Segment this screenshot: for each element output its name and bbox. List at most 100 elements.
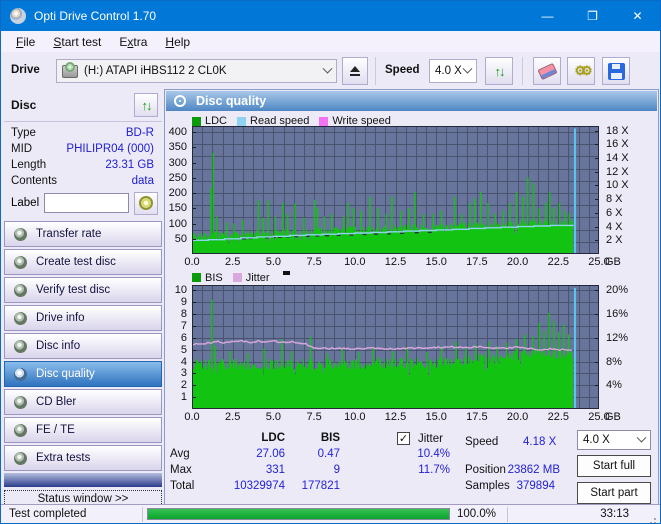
disc-row-mid: MID PHILIPR04 (000) bbox=[4, 141, 162, 157]
main-panel: Disc quality LDC Read speed Write speed 40… bbox=[164, 89, 659, 505]
save-button[interactable] bbox=[602, 57, 630, 85]
disc-info-rows: Type BD-R MID PHILIPR04 (000) Length 23.31 GB… bbox=[4, 125, 162, 189]
app-disc-icon bbox=[10, 8, 26, 24]
y-tick-label: 4% bbox=[606, 379, 622, 392]
cd-icon bbox=[14, 451, 27, 465]
test-speed-select[interactable]: 4.0 X bbox=[577, 430, 651, 450]
x-axis-bottom-chart: 0.0 2.5 5.0 7.5 10.0 12.5 15.0 17.5 20.0 22.5 25.0… bbox=[184, 411, 652, 424]
sidebar-item-fe-te[interactable]: FE / TE bbox=[4, 417, 162, 443]
y-tick-label: 350 bbox=[168, 141, 187, 154]
eject-button[interactable] bbox=[342, 57, 368, 85]
disc-label-button[interactable] bbox=[134, 191, 159, 215]
drive-select[interactable]: (H:) ATAPI iHBS112 2 CL0K bbox=[56, 59, 337, 83]
minimize-button[interactable]: — bbox=[525, 1, 570, 31]
chart-legend-bottom: BIS Jitter bbox=[192, 271, 290, 284]
y-tick-label: 10 bbox=[174, 284, 187, 297]
x-tick-label: 0.0 bbox=[184, 256, 200, 268]
chevron-down-icon bbox=[322, 63, 333, 74]
legend-swatch bbox=[237, 116, 247, 126]
x-tick-label: 20.0 bbox=[506, 256, 529, 268]
menu-item-extra[interactable]: Extra bbox=[110, 35, 156, 49]
x-tick-label: 17.5 bbox=[466, 411, 488, 423]
y-tick-label: 18 X bbox=[606, 124, 629, 137]
jitter-checkbox[interactable]: ✓ bbox=[397, 432, 410, 445]
elapsed-time: 33:13 bbox=[600, 508, 629, 520]
sidebar-item-label: Disc info bbox=[36, 340, 81, 352]
sidebar-item-cd-bler[interactable]: CD Bler bbox=[4, 389, 162, 415]
total-bis: 177821 bbox=[301, 480, 340, 492]
x-tick-label: 5.0 bbox=[265, 411, 282, 423]
disc-refresh-button[interactable]: ↑↓ bbox=[134, 93, 158, 117]
sidebar-item-verify-test-disc[interactable]: Verify test disc bbox=[4, 277, 162, 303]
avg-ldc: 27.06 bbox=[256, 448, 285, 460]
y-axis-left-bottom-chart: 10 9 8 7 6 5 4 3 2 1 bbox=[165, 284, 190, 409]
disc-quality-icon bbox=[174, 95, 186, 107]
maximize-button[interactable]: ❐ bbox=[570, 1, 615, 31]
legend-label: BIS bbox=[205, 271, 223, 284]
y-axis-right-top-chart: 18 X 16 X 14 X 12 X 10 X8 X6 X4 X2 X bbox=[601, 124, 646, 254]
chevron-down-icon bbox=[636, 432, 647, 443]
ldc-read-write-chart bbox=[192, 126, 599, 254]
label-input[interactable] bbox=[44, 193, 130, 213]
legend-marker bbox=[282, 271, 290, 275]
refresh-button[interactable]: ↑↓ bbox=[485, 57, 513, 85]
menu-item-help[interactable]: Help bbox=[156, 35, 199, 49]
x-axis-top-chart: 0.0 2.5 5.0 7.5 10.0 12.5 15.0 17.5 20.0 22.5 25.0… bbox=[184, 256, 652, 269]
divider bbox=[4, 121, 162, 122]
y-tick-label: 3 bbox=[180, 367, 187, 380]
x-tick-label: 22.5 bbox=[547, 256, 569, 268]
x-tick-label: 0.0 bbox=[184, 411, 200, 423]
test-speed-select-value: 4.0 X bbox=[583, 434, 610, 446]
x-tick-label: 10.0 bbox=[344, 411, 366, 423]
sidebar-item-create-test-disc[interactable]: Create test disc bbox=[4, 249, 162, 275]
sidebar-item-drive-info[interactable]: Drive info bbox=[4, 305, 162, 331]
cd-icon bbox=[14, 423, 27, 437]
settings-button[interactable]: ⚙⚙ bbox=[567, 57, 595, 85]
cd-icon bbox=[14, 339, 27, 353]
speed-select[interactable]: 4.0 X bbox=[429, 59, 477, 83]
bis-jitter-chart bbox=[192, 285, 599, 409]
stats-panel: LDC BIS ✓ Jitter Avg 27.06 0.47 10.4% Ma… bbox=[165, 428, 658, 505]
label-field-label: Label bbox=[11, 197, 40, 209]
col-header-bis: BIS bbox=[320, 432, 340, 444]
y-tick-label: 200 bbox=[168, 187, 187, 200]
eject-icon bbox=[349, 66, 361, 76]
sidebar-item-extra-tests[interactable]: Extra tests bbox=[4, 445, 162, 471]
close-button[interactable]: ✕ bbox=[615, 1, 660, 31]
sidebar-item-disc-info[interactable]: Disc info bbox=[4, 333, 162, 359]
toolbar: Drive (H:) ATAPI iHBS112 2 CL0K Speed 4.… bbox=[1, 53, 660, 89]
erase-disc-button[interactable] bbox=[533, 57, 561, 85]
chevron-down-icon bbox=[462, 63, 473, 74]
start-part-button[interactable]: Start part bbox=[577, 482, 651, 504]
cd-icon bbox=[139, 196, 154, 210]
cd-icon bbox=[14, 367, 27, 381]
disc-row-value: 23.31 GB bbox=[105, 159, 154, 171]
sidebar-item-label: Transfer rate bbox=[36, 228, 102, 240]
menu-item-file[interactable]: File bbox=[7, 35, 44, 49]
y-tick-label: 10 X bbox=[606, 179, 629, 192]
sidebar-item-label: Create test disc bbox=[36, 256, 116, 268]
sidebar-item-transfer-rate[interactable]: Transfer rate bbox=[4, 221, 162, 247]
y-tick-label: 6 X bbox=[606, 206, 623, 219]
y-tick-label: 4 bbox=[180, 355, 187, 368]
avg-bis: 0.47 bbox=[317, 448, 340, 460]
y-tick-label: 2 bbox=[180, 379, 187, 392]
speed-label: Speed bbox=[385, 64, 420, 76]
legend-swatch bbox=[192, 116, 201, 126]
menu-item-start-test[interactable]: Start test bbox=[44, 35, 110, 49]
x-tick-label: 15.0 bbox=[425, 411, 447, 423]
sidebar: Disc ↑↓ Type BD-R MID PHILIPR04 (000) Length… bbox=[4, 91, 162, 508]
speed-stat-value: 4.18 X bbox=[523, 436, 557, 448]
start-full-button[interactable]: Start full bbox=[577, 455, 651, 477]
x-tick-label: 17.5 bbox=[466, 256, 488, 268]
x-axis-unit: GB bbox=[605, 411, 621, 423]
y-tick-label: 300 bbox=[168, 156, 187, 169]
statusbar-separator bbox=[507, 507, 508, 522]
legend-swatch bbox=[319, 116, 329, 126]
row-label-max: Max bbox=[170, 464, 192, 476]
resize-grip[interactable] bbox=[654, 518, 656, 520]
x-tick-label: 10.0 bbox=[344, 256, 366, 268]
sidebar-item-disc-quality[interactable]: Disc quality bbox=[4, 361, 162, 387]
col-header-ldc: LDC bbox=[261, 432, 285, 444]
x-tick-label: 22.5 bbox=[547, 411, 569, 423]
